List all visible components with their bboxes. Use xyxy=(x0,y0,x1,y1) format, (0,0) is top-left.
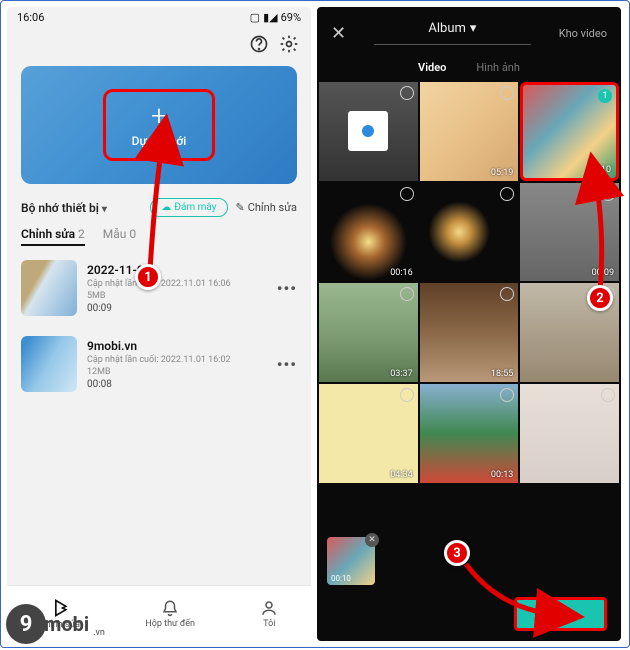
editor-home-screen: 16:06 ▢ ▮◢ 69% + Dự án mới Bộ nhớ thiết … xyxy=(7,7,311,641)
stock-video-link[interactable]: Kho video xyxy=(559,27,607,40)
project-thumb xyxy=(21,260,77,316)
logo-text: mobi xyxy=(44,612,89,636)
close-icon[interactable]: ✕ xyxy=(331,23,346,44)
top-toolbar xyxy=(7,28,311,60)
tab-video[interactable]: Video xyxy=(418,61,446,74)
tray-dur: 00:10 xyxy=(331,574,351,583)
media-cell[interactable] xyxy=(420,183,519,282)
tray-thumb[interactable]: ✕ 00:10 xyxy=(327,537,375,585)
select-circle[interactable] xyxy=(500,388,514,402)
annotation-badge-3: 3 xyxy=(444,540,470,566)
annotation-arrow-3 xyxy=(460,560,570,634)
storage-label[interactable]: Bộ nhớ thiết bị ▾ xyxy=(21,201,142,215)
tab-image[interactable]: Hình ảnh xyxy=(476,61,520,74)
media-cell[interactable]: 03:37 xyxy=(319,283,418,382)
media-cell[interactable]: 05:19 xyxy=(420,82,519,181)
media-cell[interactable]: 00:16 xyxy=(319,183,418,282)
help-icon[interactable] xyxy=(249,34,269,54)
media-cell[interactable] xyxy=(319,82,418,181)
tab-edit[interactable]: Chỉnh sửa 2 xyxy=(21,227,85,246)
settings-icon[interactable] xyxy=(279,34,299,54)
qr-icon xyxy=(348,111,388,151)
status-right: ▢ ▮◢ 69% xyxy=(250,11,301,24)
select-circle[interactable] xyxy=(601,388,615,402)
select-circle[interactable] xyxy=(500,86,514,100)
media-cell[interactable] xyxy=(520,384,619,483)
project-size: 5MB xyxy=(87,291,267,301)
remove-icon[interactable]: ✕ xyxy=(365,533,379,547)
select-circle[interactable] xyxy=(400,388,414,402)
nav-inbox[interactable]: Hộp thư đến xyxy=(145,599,195,629)
select-circle[interactable] xyxy=(500,287,514,301)
logo-circle: 9 xyxy=(6,604,46,644)
media-cell[interactable]: 04:34 xyxy=(319,384,418,483)
chevron-down-icon: ▾ xyxy=(470,21,477,36)
project-dur: 00:09 xyxy=(87,303,267,314)
watermark-logo: 9 mobi .vn xyxy=(6,604,105,644)
project-dur: 00:08 xyxy=(87,379,267,390)
edit-link[interactable]: ✎Chỉnh sửa xyxy=(236,201,298,214)
status-time: 16:06 xyxy=(17,11,44,24)
plus-icon: + xyxy=(151,102,167,130)
media-grid: 05:19 100:10 00:16 00:09 03:37 18:55 04:… xyxy=(317,82,621,483)
status-bar: 16:06 ▢ ▮◢ 69% xyxy=(7,7,311,28)
annotation-badge-2: 2 xyxy=(587,285,613,311)
tab-template[interactable]: Mẫu 0 xyxy=(103,227,136,246)
project-thumb xyxy=(21,336,77,392)
project-sub: Cập nhật lần cuối: 2022.11.01 16:02 xyxy=(87,355,267,365)
more-icon[interactable]: ••• xyxy=(277,279,297,298)
media-cell[interactable]: 18:55 xyxy=(420,283,519,382)
nav-me[interactable]: Tôi xyxy=(260,599,278,629)
media-tabs: Video Hình ảnh xyxy=(317,53,621,82)
select-circle[interactable] xyxy=(500,187,514,201)
battery-text: 69% xyxy=(281,11,301,24)
more-icon[interactable]: ••• xyxy=(277,355,297,374)
select-badge[interactable]: 1 xyxy=(598,89,612,103)
pencil-icon: ✎ xyxy=(236,201,245,214)
media-cell[interactable]: 00:13 xyxy=(420,384,519,483)
picker-header: ✕ Album▾ Kho video xyxy=(317,7,621,53)
project-item[interactable]: 9mobi.vn Cập nhật lần cuối: 2022.11.01 1… xyxy=(7,326,311,402)
logo-suffix: .vn xyxy=(93,628,105,638)
select-circle[interactable] xyxy=(400,86,414,100)
lte-icon: ▢ xyxy=(250,11,260,24)
media-cell-selected[interactable]: 100:10 xyxy=(520,82,619,181)
signal-icon: ▮◢ xyxy=(263,11,278,24)
annotation-arrow-2 xyxy=(580,170,620,304)
annotation-badge-1: 1 xyxy=(135,264,161,290)
annotation-arrow-1 xyxy=(145,130,205,284)
album-dropdown[interactable]: Album▾ xyxy=(374,21,531,45)
project-title: 9mobi.vn xyxy=(87,339,267,353)
select-circle[interactable] xyxy=(400,287,414,301)
chevron-down-icon: ▾ xyxy=(102,204,107,215)
media-picker-screen: ✕ Album▾ Kho video Video Hình ảnh 05:19 … xyxy=(317,7,621,641)
project-size: 12MB xyxy=(87,367,267,377)
select-circle[interactable] xyxy=(400,187,414,201)
